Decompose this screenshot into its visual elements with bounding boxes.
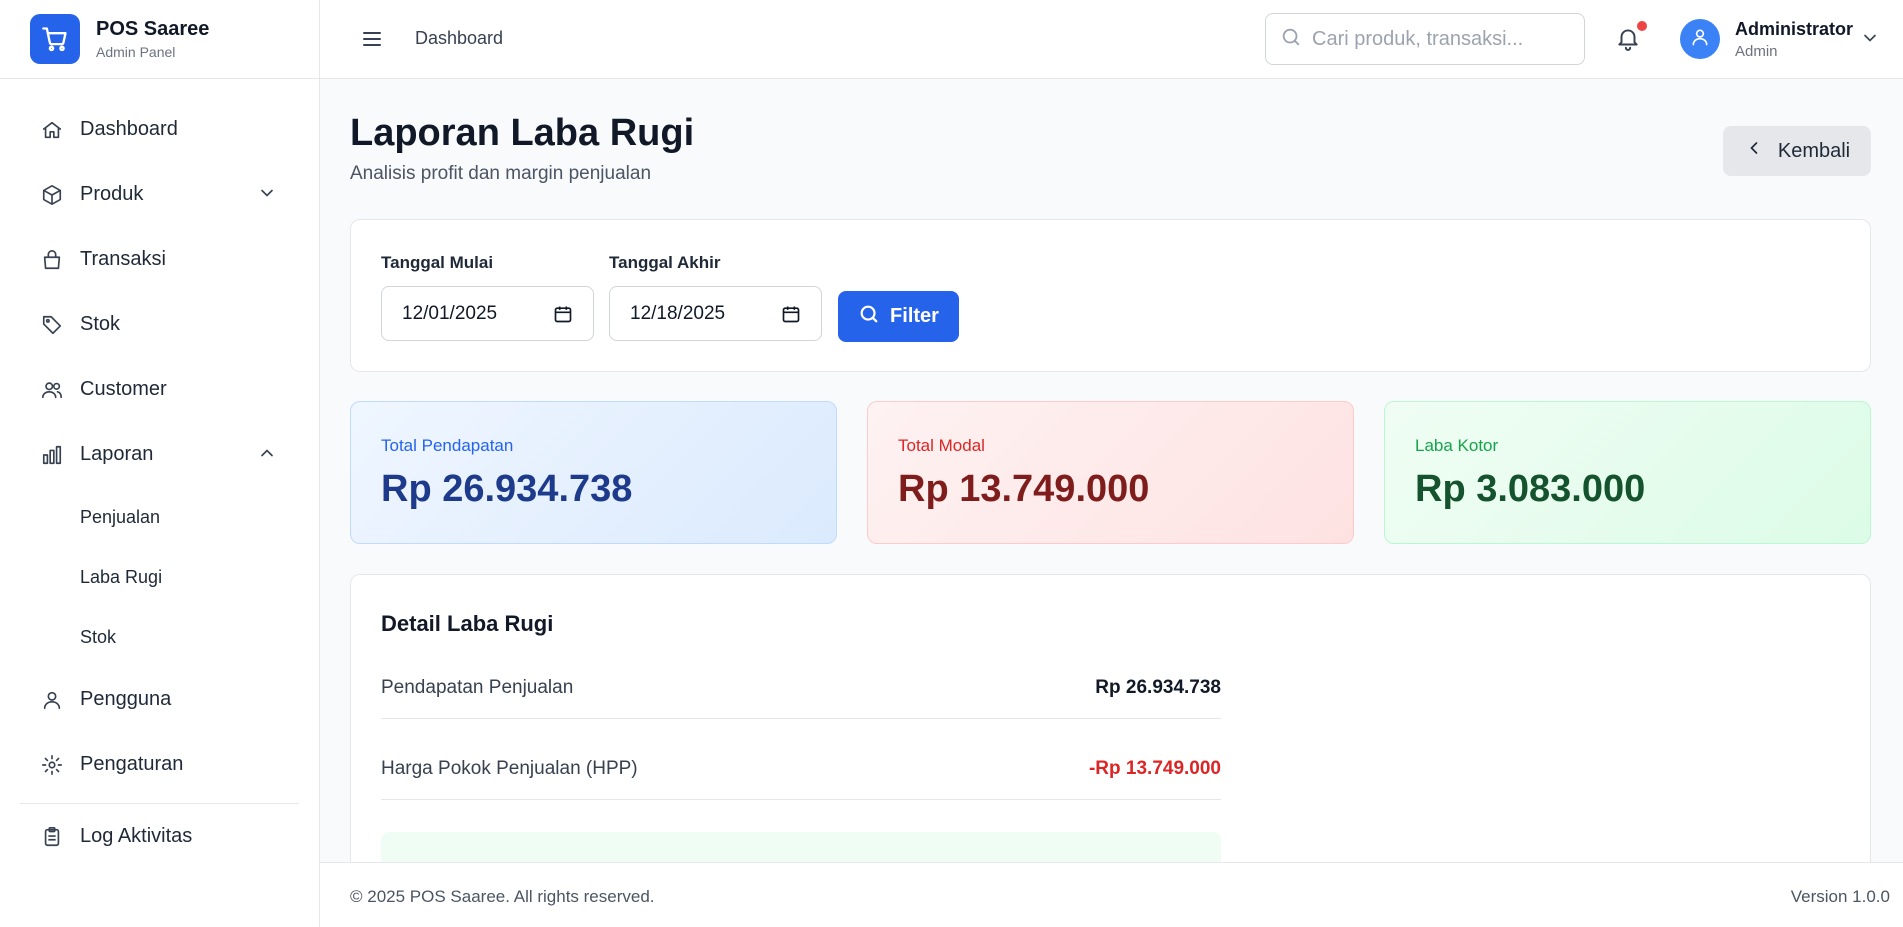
user-name[interactable]: Administrator bbox=[1735, 19, 1853, 40]
detail-row-value: Rp 26.934.738 bbox=[1095, 677, 1221, 698]
start-date-value: 12/01/2025 bbox=[402, 302, 498, 324]
stat-label: Laba Kotor bbox=[1415, 436, 1499, 455]
sidebar-item-stok[interactable]: Stok bbox=[0, 292, 319, 357]
stat-value: Rp 3.083.000 bbox=[1415, 468, 1646, 510]
sidebar-item-label: Dashboard bbox=[80, 118, 178, 140]
sidebar-item-laporan[interactable]: Laporan bbox=[0, 422, 319, 487]
detail-card: Detail Laba Rugi Pendapatan Penjualan Rp… bbox=[350, 574, 1871, 862]
stat-card-total-modal: Total Modal Rp 13.749.000 bbox=[867, 401, 1354, 544]
chevron-down-icon[interactable] bbox=[1860, 28, 1880, 53]
detail-title: Detail Laba Rugi bbox=[381, 611, 554, 636]
stat-label: Total Modal bbox=[898, 436, 985, 455]
breadcrumb[interactable]: Dashboard bbox=[415, 28, 503, 49]
home-icon bbox=[40, 118, 64, 142]
detail-row: Harga Pokok Penjualan (HPP) -Rp 13.749.0… bbox=[381, 742, 1221, 800]
brand-subtitle: Admin Panel bbox=[96, 44, 176, 60]
sidebar-subitem-stok[interactable]: Stok bbox=[0, 607, 319, 667]
start-date-input[interactable]: 12/01/2025 bbox=[381, 286, 594, 341]
sidebar-item-label: Customer bbox=[80, 378, 167, 400]
menu-icon[interactable] bbox=[360, 27, 384, 51]
stat-value: Rp 26.934.738 bbox=[381, 468, 633, 510]
user-icon bbox=[40, 688, 64, 712]
start-date-label: Tanggal Mulai bbox=[381, 253, 494, 272]
sidebar: POS Saaree Admin Panel Dashboard Produk … bbox=[0, 0, 320, 927]
search-box[interactable] bbox=[1265, 13, 1585, 65]
sidebar-item-log-aktivitas[interactable]: Log Aktivitas bbox=[0, 804, 319, 869]
sidebar-item-label: Transaksi bbox=[80, 248, 166, 270]
user-icon bbox=[1690, 27, 1710, 52]
brand[interactable]: POS Saaree Admin Panel bbox=[0, 0, 319, 79]
detail-summary-box bbox=[381, 832, 1221, 862]
stat-card-laba-kotor: Laba Kotor Rp 3.083.000 bbox=[1384, 401, 1871, 544]
sidebar-item-label: Log Aktivitas bbox=[80, 825, 193, 847]
sidebar-item-label: Produk bbox=[80, 183, 144, 205]
tag-icon bbox=[40, 313, 64, 337]
end-date-value: 12/18/2025 bbox=[630, 302, 726, 324]
stat-value: Rp 13.749.000 bbox=[898, 468, 1150, 510]
sidebar-item-produk[interactable]: Produk bbox=[0, 162, 319, 227]
gear-icon bbox=[40, 753, 64, 777]
shopping-bag-icon bbox=[40, 248, 64, 272]
footer: © 2025 POS Saaree. All rights reserved. … bbox=[320, 862, 1903, 927]
main-content: Laporan Laba Rugi Analisis profit dan ma… bbox=[320, 79, 1903, 862]
sidebar-item-customer[interactable]: Customer bbox=[0, 357, 319, 422]
sidebar-nav: Dashboard Produk Transaksi Stok Customer… bbox=[0, 79, 319, 869]
filter-button-label: Filter bbox=[890, 305, 939, 327]
end-date-input[interactable]: 12/18/2025 bbox=[609, 286, 822, 341]
detail-row-value: -Rp 13.749.000 bbox=[1088, 758, 1221, 779]
stat-card-total-pendapatan: Total Pendapatan Rp 26.934.738 bbox=[350, 401, 837, 544]
sidebar-item-pengguna[interactable]: Pengguna bbox=[0, 667, 319, 732]
copyright-text: © 2025 POS Saaree. All rights reserved. bbox=[350, 887, 655, 906]
sidebar-item-label: Pengguna bbox=[80, 688, 172, 710]
topbar: Dashboard Administrator Admin bbox=[320, 0, 1903, 79]
search-icon bbox=[858, 303, 880, 331]
back-button-label: Kembali bbox=[1777, 139, 1851, 162]
filter-button[interactable]: Filter bbox=[838, 291, 959, 342]
page-subtitle: Analisis profit dan margin penjualan bbox=[350, 163, 652, 184]
box-icon bbox=[40, 183, 64, 207]
sidebar-item-transaksi[interactable]: Transaksi bbox=[0, 227, 319, 292]
sidebar-item-label: Laporan bbox=[80, 443, 154, 465]
version-text: Version 1.0.0 bbox=[1790, 887, 1890, 906]
clipboard-icon bbox=[40, 825, 64, 849]
back-button[interactable]: Kembali bbox=[1723, 126, 1871, 176]
users-icon bbox=[40, 378, 64, 402]
chevron-left-icon bbox=[1744, 138, 1764, 164]
sidebar-subitem-laba-rugi[interactable]: Laba Rugi bbox=[0, 547, 319, 607]
brand-name: POS Saaree bbox=[96, 18, 210, 40]
sidebar-item-pengaturan[interactable]: Pengaturan bbox=[0, 732, 319, 797]
chevron-up-icon bbox=[257, 443, 277, 468]
shopping-cart-icon bbox=[30, 14, 80, 64]
chevron-down-icon bbox=[257, 183, 277, 208]
calendar-icon[interactable] bbox=[553, 304, 573, 330]
detail-row: Pendapatan Penjualan Rp 26.934.738 bbox=[381, 661, 1221, 719]
user-role: Admin bbox=[1735, 43, 1778, 60]
search-input[interactable] bbox=[1312, 27, 1552, 51]
filter-card: Tanggal Mulai 12/01/2025 Tanggal Akhir 1… bbox=[350, 219, 1871, 372]
avatar[interactable] bbox=[1680, 19, 1720, 59]
bar-chart-icon bbox=[40, 443, 64, 467]
stat-label: Total Pendapatan bbox=[381, 436, 514, 455]
detail-row-label: Pendapatan Penjualan bbox=[381, 677, 574, 698]
page-title: Laporan Laba Rugi bbox=[350, 112, 695, 154]
notification-badge bbox=[1637, 21, 1647, 31]
sidebar-subitem-penjualan[interactable]: Penjualan bbox=[0, 487, 319, 547]
search-icon bbox=[1280, 26, 1302, 53]
sidebar-item-dashboard[interactable]: Dashboard bbox=[0, 97, 319, 162]
sidebar-item-label: Stok bbox=[80, 313, 121, 335]
sidebar-item-label: Pengaturan bbox=[80, 753, 184, 775]
calendar-icon[interactable] bbox=[781, 304, 801, 330]
detail-row-label: Harga Pokok Penjualan (HPP) bbox=[381, 758, 638, 779]
end-date-label: Tanggal Akhir bbox=[609, 253, 721, 272]
